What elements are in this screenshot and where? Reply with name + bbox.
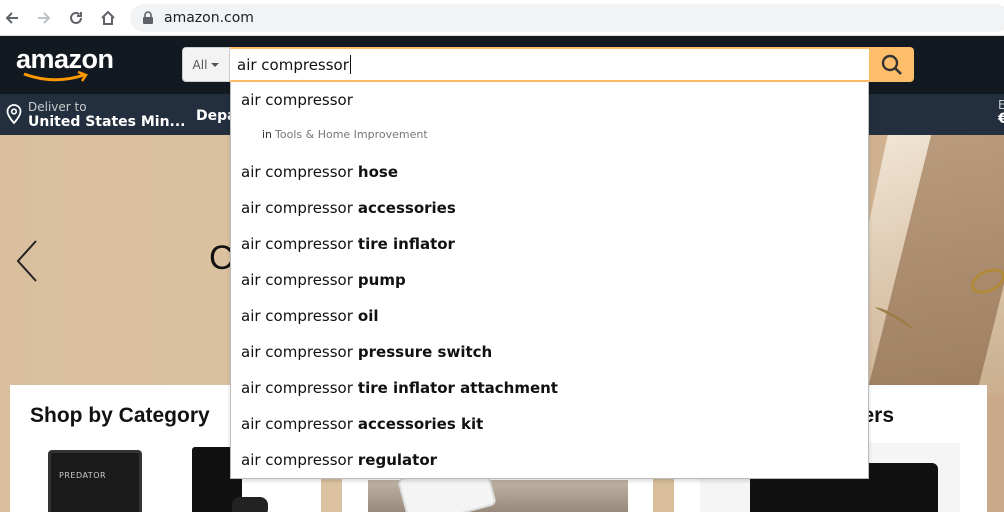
search-input[interactable]: air compressor [230,47,870,82]
suggestion-suffix: regulator [357,451,438,469]
back-button[interactable] [0,6,24,30]
suggestion-item[interactable]: air compressor pressure switch [241,334,492,370]
deliver-to-label: Deliver to [28,100,87,114]
suggestion-text: air compressor [241,91,353,109]
suggestion-item[interactable]: air compressor tire inflator [241,226,455,262]
text-cursor [349,55,351,74]
right-nav-stub-2: € [998,111,1004,127]
reload-icon [70,11,82,24]
carousel-prev-button[interactable] [14,239,40,288]
suggestion-department-name: Tools & Home Improvement [275,128,428,141]
suggestion-item[interactable]: air compressor hose [241,154,398,190]
suggestion-suffix: pressure switch [357,343,493,361]
search-suggestions: air compressor in Tools & Home Improvemen… [230,82,869,479]
suggestion-department[interactable]: in Tools & Home Improvement [262,128,428,141]
laptop-image: PREDATOR [48,450,142,512]
suggestion-suffix: accessories kit [357,415,484,433]
suggestion-suffix: tire inflator attachment [357,379,558,397]
suggestion-suffix: pump [357,271,406,289]
logo-smile-icon [23,71,88,82]
suggestion-item[interactable]: air compressor accessories [241,190,456,226]
suggestion-item[interactable]: air compressor oil [241,298,379,334]
suggestion-suffix: tire inflator [357,235,455,253]
suggestion-prefix: air compressor [241,379,353,397]
suggestion-suffix: hose [357,163,398,181]
suggestion-prefix: air compressor [241,415,353,433]
suggestion-item[interactable]: air compressor tire inflator attachment [241,370,558,406]
home-button[interactable] [96,6,120,30]
suggestion-suffix: oil [357,307,379,325]
suggestion-item[interactable]: air compressor accessories kit [241,406,483,442]
suggestion-prefix: air compressor [241,307,353,325]
lock-icon [143,11,153,24]
suggestion-prefix: air compressor [241,199,353,217]
suggestion-suffix: accessories [357,199,456,217]
suggestion-prefix: air compressor [241,271,353,289]
browser-toolbar: amazon.com [0,0,1004,36]
deliver-to-location: United States Min... [28,114,186,130]
suggestion-department-in: in [262,128,273,141]
suggestion-item[interactable]: air compressor [241,82,353,118]
suggestion-prefix: air compressor [241,343,353,361]
suggestion-prefix: air compressor [241,235,353,253]
chevron-left-icon [16,240,37,282]
laptop-brand: PREDATOR [59,471,107,480]
reload-button[interactable] [64,6,88,30]
search-query: air compressor [237,55,349,74]
suggestion-item[interactable]: air compressor regulator [241,442,437,478]
address-url: amazon.com [164,10,254,26]
suggestion-prefix: air compressor [241,451,353,469]
right-nav-stub: E [998,98,1004,112]
forward-button[interactable] [32,6,56,30]
address-bar[interactable]: amazon.com [130,4,1004,32]
search-bar: All air compressor [182,47,914,82]
amazon-logo[interactable]: amazon [16,44,116,84]
search-category-label: All [192,57,208,72]
arrow-left-icon [5,12,18,24]
suggestion-prefix: air compressor [241,163,353,181]
location-pin-icon [6,104,22,124]
controller-image [232,497,268,512]
search-icon [881,54,902,75]
suggestion-item[interactable]: air compressor pump [241,262,406,298]
search-button[interactable] [869,47,914,82]
home-icon [101,10,115,25]
search-category-dropdown[interactable]: All [182,47,230,82]
caret-down-icon [211,62,220,67]
card-title: Shop by Category [30,404,210,427]
arrow-right-icon [38,12,51,24]
